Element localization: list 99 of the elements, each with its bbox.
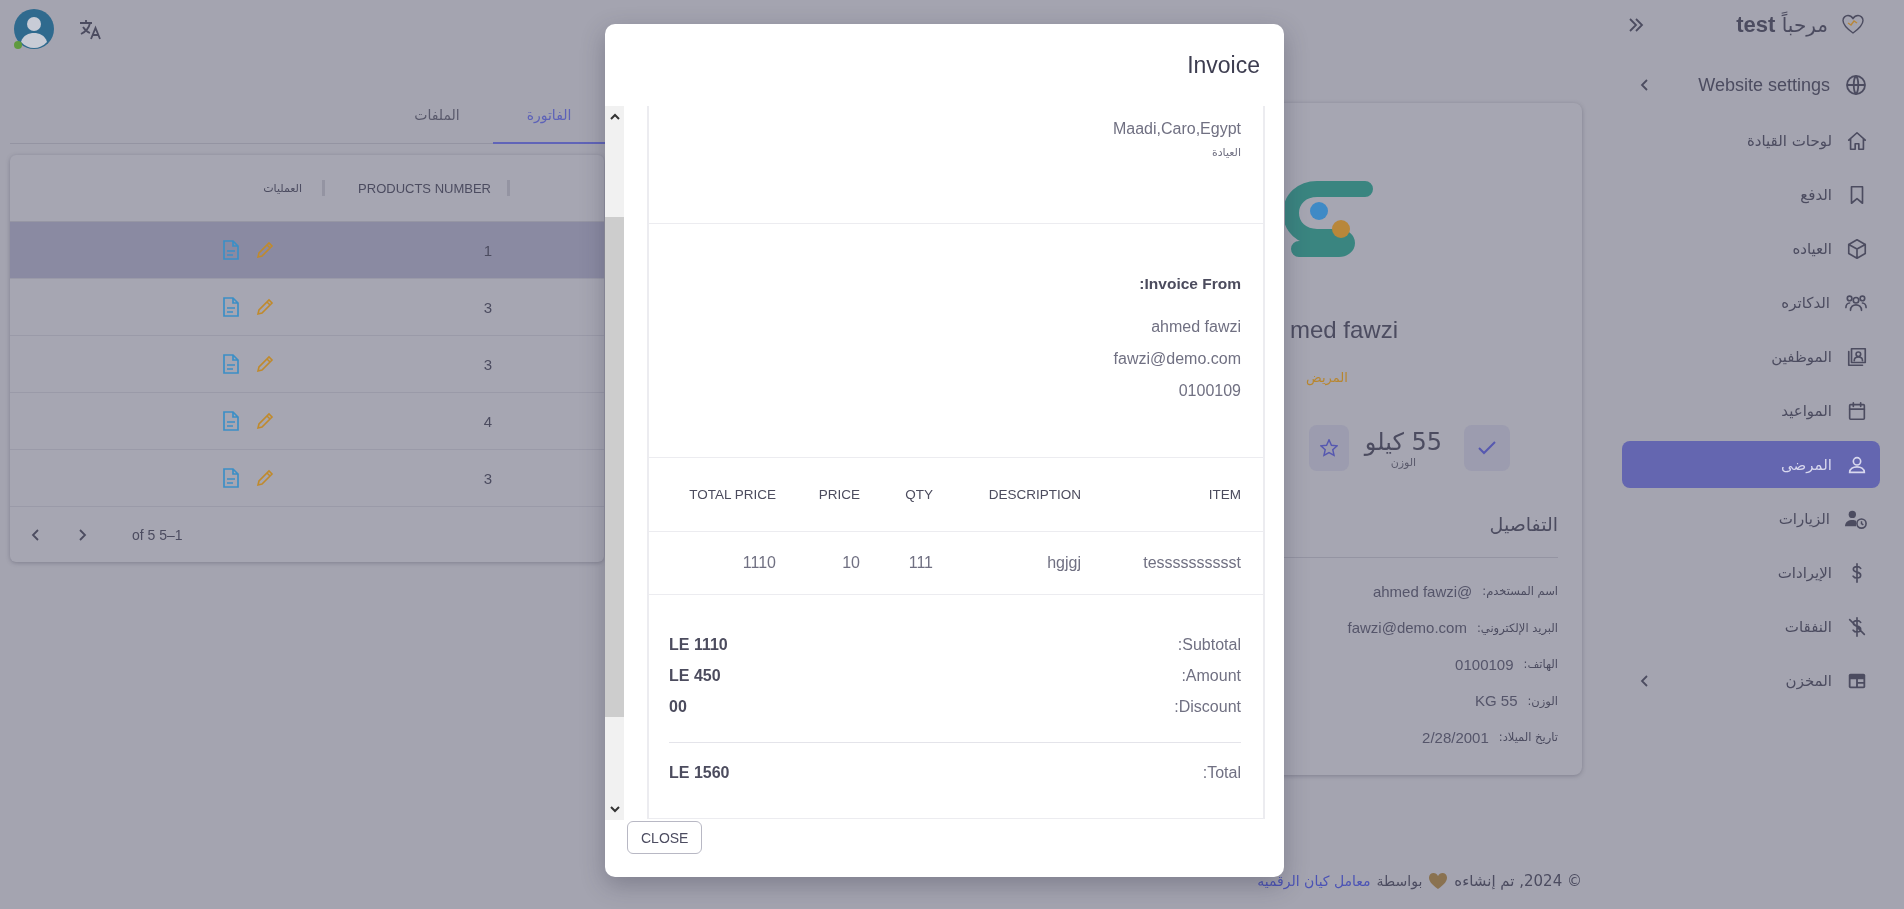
cube-icon (1846, 238, 1868, 260)
sender-email: fawzi@demo.com (1112, 349, 1241, 369)
users-icon (1844, 292, 1868, 314)
column-header: PRICE (817, 487, 860, 502)
summary-label: :Amount (1181, 666, 1241, 685)
detail-label: البريد الإلكتروني: (1476, 620, 1558, 635)
table-cell-text: 3 (482, 298, 492, 316)
nav-item[interactable]: Website settings (1622, 58, 1880, 112)
nav-item[interactable]: العياده (1622, 222, 1880, 276)
nav-item[interactable]: المواعيد (1622, 384, 1880, 438)
translate-icon[interactable] (78, 18, 104, 42)
clinic-address: Maadi,Caro,Egypt (1111, 119, 1241, 139)
scroll-down-icon[interactable] (608, 804, 621, 814)
document-icon[interactable] (223, 240, 239, 260)
total-label: :Total (1202, 764, 1241, 782)
detail-value: fawzi@demo.com (1347, 619, 1467, 637)
document-icon[interactable] (223, 411, 239, 431)
table-cell-text: 3 (482, 469, 492, 487)
credit-link[interactable]: معامل كيان الرقميه (1257, 873, 1371, 889)
column-header: DESCRIPTION (987, 487, 1081, 502)
nav-item[interactable]: لوحات القيادة (1622, 114, 1880, 168)
weight-label: الوزن (1390, 455, 1418, 469)
dollar-off-icon (1846, 616, 1868, 638)
detail-value: 2/28/2001 (1422, 728, 1489, 746)
user-name: test (1736, 12, 1776, 37)
role-label: المريض (1306, 369, 1348, 388)
star-icon (1319, 439, 1338, 457)
total-value: LE 1560 (669, 764, 730, 782)
nav-item[interactable]: النفقات (1622, 600, 1880, 654)
summary-value: 00 (669, 697, 687, 716)
nav-item[interactable]: المخزن (1622, 654, 1880, 708)
previous-page-icon[interactable] (30, 528, 42, 542)
detail-value: KG 55 (1474, 692, 1518, 710)
detail-label: تاريخ الميلاد: (1498, 730, 1558, 745)
column-header: ITEM (1207, 487, 1241, 502)
table-row[interactable]: 3 (10, 336, 604, 393)
edit-icon[interactable] (255, 411, 275, 431)
next-page-icon[interactable] (76, 528, 88, 542)
edit-icon[interactable] (255, 297, 275, 317)
check-icon (1477, 440, 1497, 456)
detail-label: الوزن: (1527, 693, 1558, 708)
column-header[interactable]: العمليات (97, 181, 322, 195)
person-clock-icon (1844, 508, 1868, 530)
table-cell-text: 111 (907, 554, 933, 572)
calendar-icon (1846, 400, 1868, 422)
summary-value: LE 1110 (669, 635, 728, 654)
column-header[interactable]: PRODUCTS NUMBER (325, 180, 507, 196)
nav-item[interactable]: الموظفين (1622, 330, 1880, 384)
close-button[interactable]: CLOSE (627, 821, 703, 854)
patient-name: med fawzi (1290, 315, 1399, 345)
table-row[interactable]: 1 (10, 222, 604, 279)
table-row[interactable]: 3 (10, 279, 604, 336)
tab[interactable]: الملفات (381, 88, 493, 144)
detail-value: ahmed fawzi@ (1372, 582, 1473, 600)
table-cell-text: 1 (482, 241, 492, 259)
page-range: of 5 5–1 (132, 527, 183, 543)
edit-icon[interactable] (255, 354, 275, 374)
column-header: QTY (904, 487, 933, 502)
table-cell-text: 3 (482, 355, 492, 373)
table-cell-text: 1110 (741, 554, 776, 572)
detail-label: الهاتف: (1523, 657, 1558, 672)
column-header: TOTAL PRICE (688, 487, 776, 502)
greeting-text: مرحباً (1781, 13, 1828, 37)
document-icon[interactable] (223, 468, 239, 488)
table-cell-text: 4 (482, 412, 492, 430)
table-row[interactable]: 4 (10, 393, 604, 450)
dialog-title: Invoice (1187, 51, 1260, 79)
sender-name: ahmed fawzi (1150, 317, 1241, 337)
table-cell-text: tesssssssssst (1142, 554, 1241, 572)
home-icon (1846, 130, 1868, 152)
nav-item[interactable]: الزيارات (1622, 492, 1880, 546)
detail-value: 0100109 (1455, 655, 1514, 673)
summary-value: LE 450 (669, 666, 721, 685)
scroll-up-icon[interactable] (608, 112, 621, 122)
contact-card-icon (1846, 346, 1868, 368)
document-icon[interactable] (223, 297, 239, 317)
edit-icon[interactable] (255, 468, 275, 488)
globe-icon (1844, 73, 1868, 97)
summary-label: :Discount (1174, 697, 1241, 716)
table-cell-text: 10 (841, 554, 860, 572)
nav-item[interactable]: الإيرادات (1622, 546, 1880, 600)
invoice-from-heading: :Invoice From (1138, 274, 1241, 294)
avatar-icon[interactable] (12, 8, 56, 52)
sender-phone: 0100109 (1177, 381, 1241, 401)
clinic-name: العيادة (1210, 145, 1241, 161)
detail-label: اسم المستخدم: (1482, 584, 1558, 599)
credit-text: بواسطة (1376, 873, 1423, 889)
summary-label: :Subtotal (1177, 635, 1241, 654)
nav-item[interactable]: الدفع (1622, 168, 1880, 222)
scrollbar[interactable] (605, 106, 624, 820)
edit-icon[interactable] (255, 240, 275, 260)
nav-item[interactable]: المرضى (1622, 441, 1880, 488)
nav-item[interactable]: الدكاتره (1622, 276, 1880, 330)
copyright-text: © 2024, تم إنشاءه (1454, 872, 1582, 890)
table-row[interactable]: 3 (10, 450, 604, 507)
table-cell-text: hgjgj (1046, 554, 1081, 572)
heart-icon (1428, 872, 1449, 890)
weight-value: 55 كيلو (1364, 427, 1442, 456)
document-icon[interactable] (223, 354, 239, 374)
